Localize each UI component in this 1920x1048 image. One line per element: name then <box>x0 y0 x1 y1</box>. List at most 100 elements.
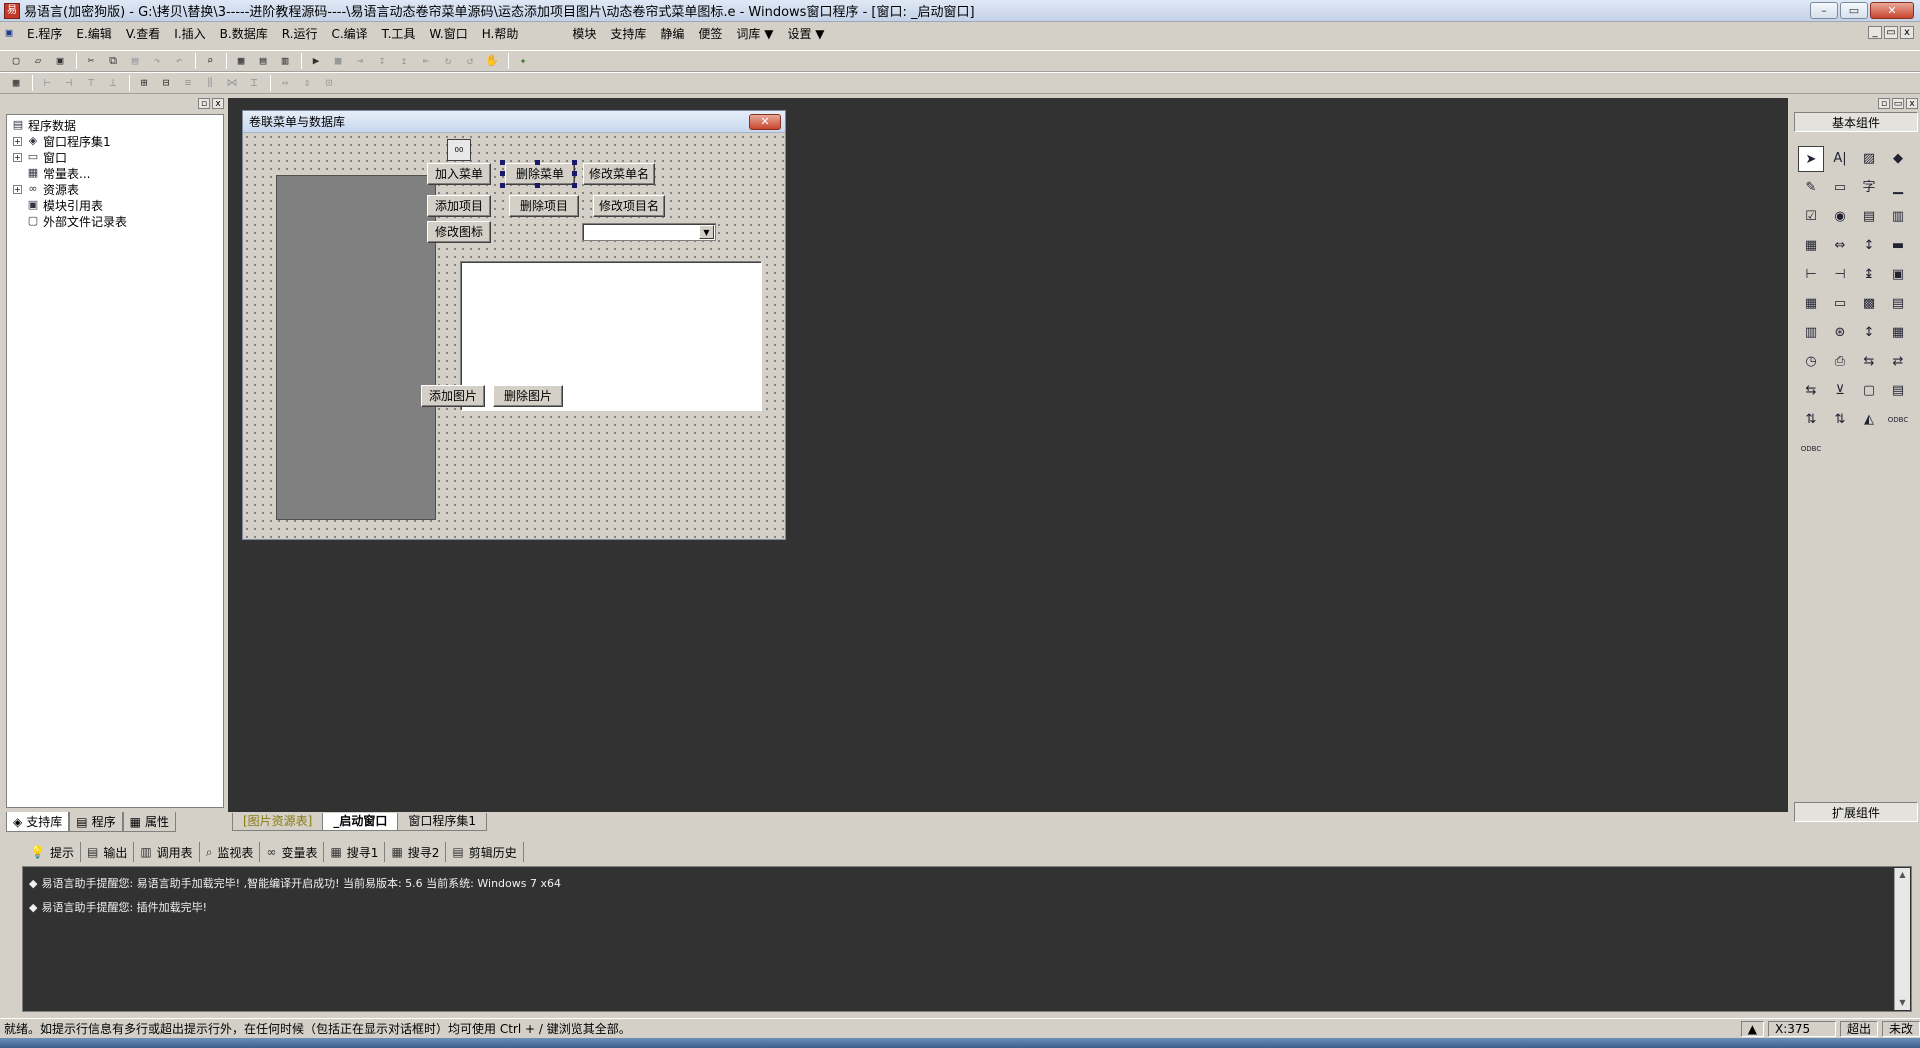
basic-components-header[interactable]: 基本组件 <box>1794 112 1918 132</box>
layout-3-icon[interactable]: ▥ <box>275 52 295 70</box>
tree-node[interactable]: ▢ 外部文件记录表 <box>11 213 219 229</box>
stop-icon[interactable]: ■ <box>328 52 348 70</box>
menu-database[interactable]: B.数据库 <box>213 25 275 42</box>
find-icon[interactable]: ⌕ <box>200 52 220 70</box>
component-tool-icon[interactable]: ▢ <box>1856 378 1882 404</box>
component-tool-icon[interactable]: ⇆ <box>1856 349 1882 375</box>
component-tool-icon[interactable]: ↨ <box>1856 262 1882 288</box>
layout-2-icon[interactable]: ▤ <box>253 52 273 70</box>
form-body[interactable]: 00 加入菜单 删除菜单 修改菜单名 添加项目 删除项目 修改项目名 修改图标 … <box>243 133 785 539</box>
menu-support-lib[interactable]: 支持库 <box>603 25 653 42</box>
component-tool-icon[interactable]: ➤ <box>1798 146 1824 172</box>
tree-node[interactable]: ▣ 模块引用表 <box>11 197 219 213</box>
component-tool-icon[interactable]: ▤ <box>1856 204 1882 230</box>
component-tool-icon[interactable]: ▦ <box>1885 320 1911 346</box>
step-1-icon[interactable]: ⇥ <box>350 52 370 70</box>
tree-node[interactable]: ▤ 程序数据 <box>11 117 219 133</box>
menu-program[interactable]: E.程序 <box>20 25 69 42</box>
component-tool-icon[interactable]: 字 <box>1856 175 1882 201</box>
expand-icon[interactable]: + <box>13 152 22 162</box>
add-item-button[interactable]: 添加项目 <box>427 195 491 217</box>
center-h-icon[interactable]: ⊞ <box>134 74 154 92</box>
cut-icon[interactable]: ✂ <box>81 52 101 70</box>
output-scrollbar[interactable]: ▲ ▼ <box>1894 868 1910 1010</box>
component-tool-icon[interactable]: ▥ <box>1798 320 1824 346</box>
new-file-icon[interactable]: ▢ <box>6 52 26 70</box>
component-tool-icon[interactable]: ⇆ <box>1798 378 1824 404</box>
component-tool-icon[interactable]: ↕ <box>1856 320 1882 346</box>
align-top-icon[interactable]: ⊤ <box>81 74 101 92</box>
rename-item-button[interactable]: 修改项目名 <box>593 195 665 217</box>
component-tool-icon[interactable]: ▣ <box>1885 262 1911 288</box>
tree-node[interactable]: + ∞ 资源表 <box>11 181 219 197</box>
component-tool-icon[interactable]: ⎙ <box>1827 349 1853 375</box>
menu-module[interactable]: 模块 <box>565 25 603 42</box>
menu-settings[interactable]: 设置 ▼ <box>780 25 831 42</box>
panel-close-button[interactable]: x <box>212 98 224 109</box>
menu-view[interactable]: V.查看 <box>119 25 167 42</box>
toolbox-close-button[interactable]: x <box>1906 98 1918 109</box>
add-image-button[interactable]: 添加图片 <box>421 385 485 407</box>
undo-icon[interactable]: ↶ <box>169 52 189 70</box>
form-close-button[interactable]: ✕ <box>749 114 781 130</box>
imagelist-component[interactable]: 00 <box>447 139 471 161</box>
tree-node[interactable]: + ◈ 窗口程序集1 <box>11 133 219 149</box>
component-tool-icon[interactable]: ▦ <box>1798 233 1824 259</box>
align-bottom-icon[interactable]: ⊥ <box>103 74 123 92</box>
save-icon[interactable]: ▣ <box>50 52 70 70</box>
space-1-icon[interactable]: ≡ <box>178 74 198 92</box>
component-tool-icon[interactable]: ◆ <box>1885 146 1911 172</box>
design-tab[interactable]: 窗口程序集1 <box>397 813 488 831</box>
grid-icon[interactable]: ▦ <box>6 74 26 92</box>
component-tool-icon[interactable]: ▭ <box>1827 175 1853 201</box>
size-width-icon[interactable]: ⇔ <box>275 74 295 92</box>
component-tool-icon[interactable]: ⊣ <box>1827 262 1853 288</box>
form-window[interactable]: 卷联菜单与数据库 ✕ 00 加入菜单 删除菜单 修改菜单名 添加项目 删除项目 … <box>242 110 786 540</box>
menu-compile[interactable]: C.编译 <box>324 25 374 42</box>
size-both-icon[interactable]: ⊡ <box>319 74 339 92</box>
menu-static-compile[interactable]: 静编 <box>653 25 691 42</box>
space-3-icon[interactable]: ⋈ <box>222 74 242 92</box>
output-tab[interactable]: ▤ 剪辑历史 <box>446 842 524 862</box>
step-4-icon[interactable]: ⇤ <box>416 52 436 70</box>
component-tool-icon[interactable]: ◭ <box>1856 407 1882 433</box>
design-tab[interactable]: _启动窗口 <box>322 813 399 831</box>
size-height-icon[interactable]: ⇕ <box>297 74 317 92</box>
component-tool-icon[interactable]: ↕ <box>1856 233 1882 259</box>
change-icon-button[interactable]: 修改图标 <box>427 221 491 243</box>
menu-notes[interactable]: 便签 <box>691 25 729 42</box>
menu-edit[interactable]: E.编辑 <box>69 25 118 42</box>
copy-icon[interactable]: ⧉ <box>103 52 123 70</box>
delete-item-button[interactable]: 删除项目 <box>509 195 579 217</box>
component-tool-icon[interactable]: ODBC <box>1798 436 1824 462</box>
output-tab[interactable]: ⌕ 监视表 <box>200 842 261 862</box>
panel-tab[interactable]: ◈ 支持库 <box>6 812 70 832</box>
icon-combo-box[interactable]: ▼ <box>582 223 716 241</box>
toolbox-pin-button[interactable]: ▫ <box>1878 98 1890 109</box>
mdi-minimize-button[interactable]: _ <box>1868 26 1882 39</box>
menu-panel[interactable] <box>276 175 436 520</box>
output-tab[interactable]: ▥ 调用表 <box>134 842 200 862</box>
expand-icon[interactable]: + <box>13 184 22 194</box>
output-tab[interactable]: ▤ 输出 <box>81 842 135 862</box>
component-tool-icon[interactable]: ☑ <box>1798 204 1824 230</box>
open-file-icon[interactable]: ▱ <box>28 52 48 70</box>
component-tool-icon[interactable]: ⊛ <box>1827 320 1853 346</box>
component-tool-icon[interactable]: ▤ <box>1885 291 1911 317</box>
menu-insert[interactable]: I.插入 <box>167 25 212 42</box>
output-tab[interactable]: ∞ 变量表 <box>260 842 325 862</box>
extended-components-header[interactable]: 扩展组件 <box>1794 802 1918 822</box>
tree-node[interactable]: + ▭ 窗口 <box>11 149 219 165</box>
maximize-button[interactable]: ▭ <box>1840 2 1868 19</box>
layout-1-icon[interactable]: ▦ <box>231 52 251 70</box>
mdi-restore-button[interactable]: ▭ <box>1884 26 1898 39</box>
component-tool-icon[interactable]: ▁ <box>1885 175 1911 201</box>
rename-menu-button[interactable]: 修改菜单名 <box>583 163 655 185</box>
component-tool-icon[interactable]: ▤ <box>1885 378 1911 404</box>
component-tool-icon[interactable]: ▥ <box>1885 204 1911 230</box>
hand-icon[interactable]: ✋ <box>482 52 502 70</box>
mdi-close-button[interactable]: x <box>1900 26 1914 39</box>
component-tool-icon[interactable]: ◉ <box>1827 204 1853 230</box>
scroll-down-icon[interactable]: ▼ <box>1895 996 1910 1010</box>
menu-run[interactable]: R.运行 <box>275 25 325 42</box>
